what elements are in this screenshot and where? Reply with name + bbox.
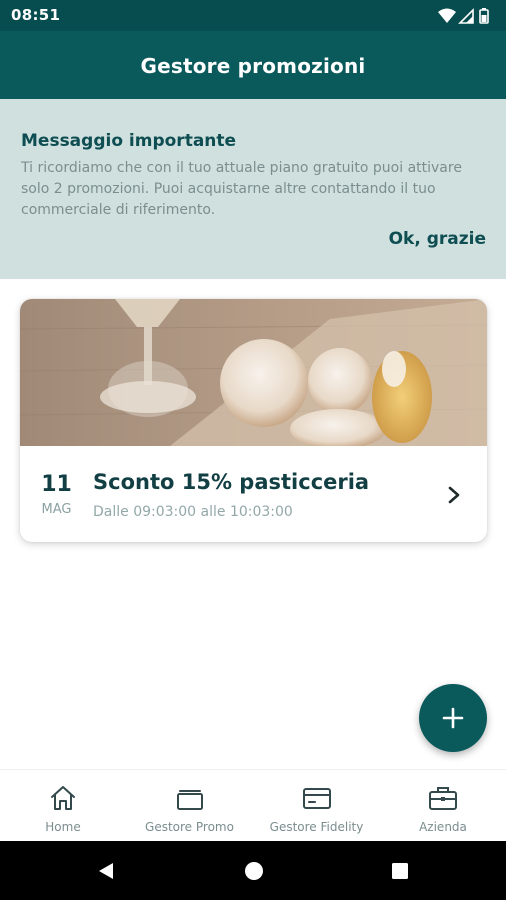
card-icon — [303, 788, 331, 809]
nav-label-gestore-promo: Gestore Promo — [145, 820, 234, 834]
system-navigation-bar — [0, 841, 506, 900]
back-icon[interactable] — [96, 861, 116, 881]
nav-label-azienda: Azienda — [419, 820, 467, 834]
banner-title: Messaggio importante — [21, 131, 237, 151]
briefcase-icon — [429, 787, 457, 810]
status-time: 08:51 — [11, 6, 61, 24]
plus-icon — [442, 707, 464, 729]
nav-item-gestore-fidelity[interactable]: Gestore Fidelity — [253, 770, 380, 842]
nav-item-azienda[interactable]: Azienda — [380, 770, 506, 842]
chevron-right-icon — [448, 486, 460, 504]
dismiss-banner-button[interactable]: Ok, grazie — [389, 229, 486, 249]
nav-item-home[interactable]: Home — [0, 770, 126, 842]
app-bar: Gestore promozioni — [0, 31, 506, 99]
home-button-icon[interactable] — [244, 861, 264, 881]
nav-label-home: Home — [45, 820, 81, 834]
promotion-title: Sconto 15% pasticceria — [93, 470, 370, 494]
recent-apps-icon[interactable] — [390, 861, 410, 881]
add-promotion-button[interactable] — [419, 684, 487, 752]
home-icon — [51, 786, 75, 810]
promotion-day: 11 — [41, 472, 72, 497]
promo-icon — [177, 790, 203, 810]
promotion-time-range: Dalle 09:03:00 alle 10:03:00 — [93, 504, 293, 520]
status-bar: 08:51 — [0, 0, 506, 31]
nav-label-gestore-fidelity: Gestore Fidelity — [269, 820, 364, 834]
bottom-navigation: Home Gestore Promo Gestore Fidelity Azie… — [0, 769, 506, 842]
banner-text: Ti ricordiamo che con il tuo attuale pia… — [21, 160, 462, 218]
nav-item-gestore-promo[interactable]: Gestore Promo — [126, 770, 253, 842]
status-icons — [438, 8, 489, 24]
promotion-image — [20, 299, 487, 446]
page-title: Gestore promozioni — [140, 54, 366, 78]
wifi-icon — [438, 8, 456, 23]
promotion-card[interactable]: 11 MAG Sconto 15% pasticceria Dalle 09:0… — [20, 299, 487, 542]
promotion-month: MAG — [41, 502, 72, 517]
